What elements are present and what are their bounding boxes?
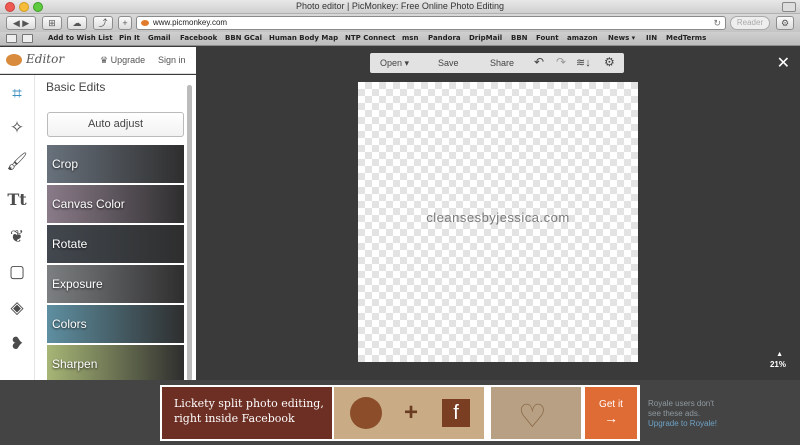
share-button[interactable]: ⤴	[93, 16, 113, 30]
edit-canvas-color[interactable]: Canvas Color	[47, 185, 184, 223]
text-tool-icon[interactable]: Tt	[4, 187, 30, 213]
bookmark-pandora[interactable]: Pandora	[428, 34, 461, 42]
arrow-right-icon: →	[604, 410, 618, 426]
bookmark-fount[interactable]: Fount	[536, 34, 559, 42]
touch-up-brush-icon[interactable]: 🖌	[4, 149, 30, 175]
window-title: Photo editor | PicMonkey: Free Online Ph…	[296, 1, 504, 11]
ad-band: Lickety split photo editing, right insid…	[0, 380, 800, 445]
browser-window: Photo editor | PicMonkey: Free Online Ph…	[0, 0, 800, 445]
tool-rail: ⌗ ✧ 🖌 Tt ❦ ▢ ◈ ❥	[0, 75, 34, 380]
butterfly-overlay-icon[interactable]: ❦	[4, 224, 30, 250]
edit-label: Rotate	[52, 237, 88, 251]
reload-icon[interactable]: ↻	[713, 17, 721, 29]
magic-wand-icon[interactable]: ✧	[4, 115, 30, 141]
title-bar: Photo editor | PicMonkey: Free Online Ph…	[0, 0, 800, 14]
editor-logo: Editor	[6, 52, 64, 66]
watermark-text: cleansesbyjessica.com	[426, 210, 570, 225]
crop-tool-icon[interactable]: ⌗	[4, 81, 30, 107]
sign-in-link[interactable]: Sign in	[158, 55, 186, 65]
heart-image: ♡	[491, 387, 581, 439]
bookmark-bbn-gcal[interactable]: BBN GCal	[225, 34, 262, 42]
edit-label: Crop	[52, 157, 79, 171]
heart-icon: ♡	[518, 398, 547, 434]
edit-label: Canvas Color	[52, 197, 125, 211]
url-bar[interactable]: www.picmonkey.com ↻	[136, 16, 726, 30]
open-menu[interactable]: Open ▾	[380, 58, 409, 69]
browser-toolbar: ◀ ▶ ⊞ ☁ ⤴ + www.picmonkey.com ↻ Reader ⚙	[0, 14, 800, 32]
reader-button[interactable]: Reader	[730, 16, 770, 30]
bookmark-gmail[interactable]: Gmail	[148, 34, 171, 42]
bookmark-pin-it[interactable]: Pin It	[119, 34, 140, 42]
bookmark-dripmail[interactable]: DripMail	[469, 34, 502, 42]
edit-label: Sharpen	[52, 357, 98, 371]
reading-list-icon[interactable]	[6, 34, 17, 43]
royale-note: Royale users don't see these ads. Upgrad…	[648, 399, 717, 429]
edit-crop[interactable]: Crop	[47, 145, 184, 183]
edit-exposure[interactable]: Exposure	[47, 265, 184, 303]
bookmark-iin[interactable]: IIN	[646, 34, 657, 42]
layers-icon[interactable]: ≋↓	[576, 56, 591, 69]
ad-headline: Lickety split photo editing, right insid…	[162, 387, 332, 439]
fullscreen-icon[interactable]	[782, 2, 796, 12]
undo-icon[interactable]: ↶	[534, 55, 544, 69]
edit-sharpen[interactable]: Sharpen	[47, 345, 184, 383]
bookmark-human-body-map[interactable]: Human Body Map	[269, 34, 338, 42]
bookmark-news[interactable]: News ▾	[608, 34, 635, 42]
bookmarks-bar: Add to Wish List Pin It Gmail Facebook B…	[0, 32, 800, 46]
monkey-plus-facebook-image: + f	[334, 387, 484, 439]
bookmarks-icon[interactable]	[22, 34, 33, 43]
monkey-logo-icon	[6, 53, 22, 66]
back-forward-button[interactable]: ◀ ▶	[6, 16, 36, 30]
frame-icon[interactable]: ▢	[4, 259, 30, 285]
basic-edits-panel: Basic Edits Auto adjust Crop Canvas Color…	[34, 75, 196, 383]
zoom-level[interactable]: 21%	[770, 360, 786, 369]
new-tab-button[interactable]: +	[118, 16, 132, 30]
panel-scrollbar-thumb[interactable]	[187, 85, 192, 381]
bookmark-facebook[interactable]: Facebook	[180, 34, 217, 42]
plus-icon: +	[404, 399, 419, 426]
texture-icon[interactable]: ◈	[4, 295, 30, 321]
save-button[interactable]: Save	[438, 58, 459, 68]
bookmark-amazon[interactable]: amazon	[567, 34, 598, 42]
icloud-button[interactable]: ☁	[67, 16, 87, 30]
edit-colors[interactable]: Colors	[47, 305, 184, 343]
upgrade-royale-link[interactable]: Upgrade to Royale!	[648, 419, 717, 429]
crown-icon: ♛	[100, 55, 111, 65]
editor-header: Editor ♛ Upgrade Sign in	[0, 47, 196, 74]
canvas-area: Open ▾ Save Share ↶ ↷ ≋↓ ⚙ cleansesbyjes…	[196, 47, 800, 380]
monkey-face-icon	[350, 397, 382, 429]
panel-title: Basic Edits	[46, 80, 106, 94]
bookmark-msn[interactable]: msn	[402, 34, 418, 42]
top-sites-button[interactable]: ⊞	[42, 16, 62, 30]
photo-canvas[interactable]: cleansesbyjessica.com	[358, 82, 638, 362]
close-icon[interactable]: ✕	[777, 53, 790, 73]
bookmark-bbn[interactable]: BBN	[511, 34, 528, 42]
site-favicon-icon	[141, 20, 149, 26]
bookmark-medterms[interactable]: MedTerms	[666, 34, 706, 42]
edit-label: Colors	[52, 317, 87, 331]
zoom-up-icon[interactable]: ▲	[776, 351, 783, 358]
seasonal-heart-icon[interactable]: ❥	[4, 331, 30, 357]
share-menu[interactable]: Share	[490, 58, 514, 68]
edit-label: Exposure	[52, 277, 103, 291]
edit-rotate[interactable]: Rotate	[47, 225, 184, 263]
facebook-icon: f	[442, 399, 470, 427]
advertisement[interactable]: Lickety split photo editing, right insid…	[160, 385, 640, 441]
upgrade-link[interactable]: ♛ Upgrade	[100, 55, 145, 66]
bookmark-ntp-connect[interactable]: NTP Connect	[345, 34, 395, 42]
editor-menu-bar: Open ▾ Save Share ↶ ↷ ≋↓ ⚙	[370, 53, 624, 73]
picmonkey-editor: Editor ♛ Upgrade Sign in ⌗ ✧ 🖌 Tt ❦ ▢ ◈ …	[0, 47, 800, 383]
settings-gear-button[interactable]: ⚙	[776, 16, 794, 30]
url-text: www.picmonkey.com	[153, 18, 228, 27]
get-it-button[interactable]: Get it →	[585, 387, 637, 439]
redo-icon[interactable]: ↷	[556, 55, 566, 69]
settings-gear-icon[interactable]: ⚙	[604, 55, 615, 69]
bookmark-add-to-wish-list[interactable]: Add to Wish List	[48, 34, 113, 42]
auto-adjust-button[interactable]: Auto adjust	[47, 112, 184, 137]
